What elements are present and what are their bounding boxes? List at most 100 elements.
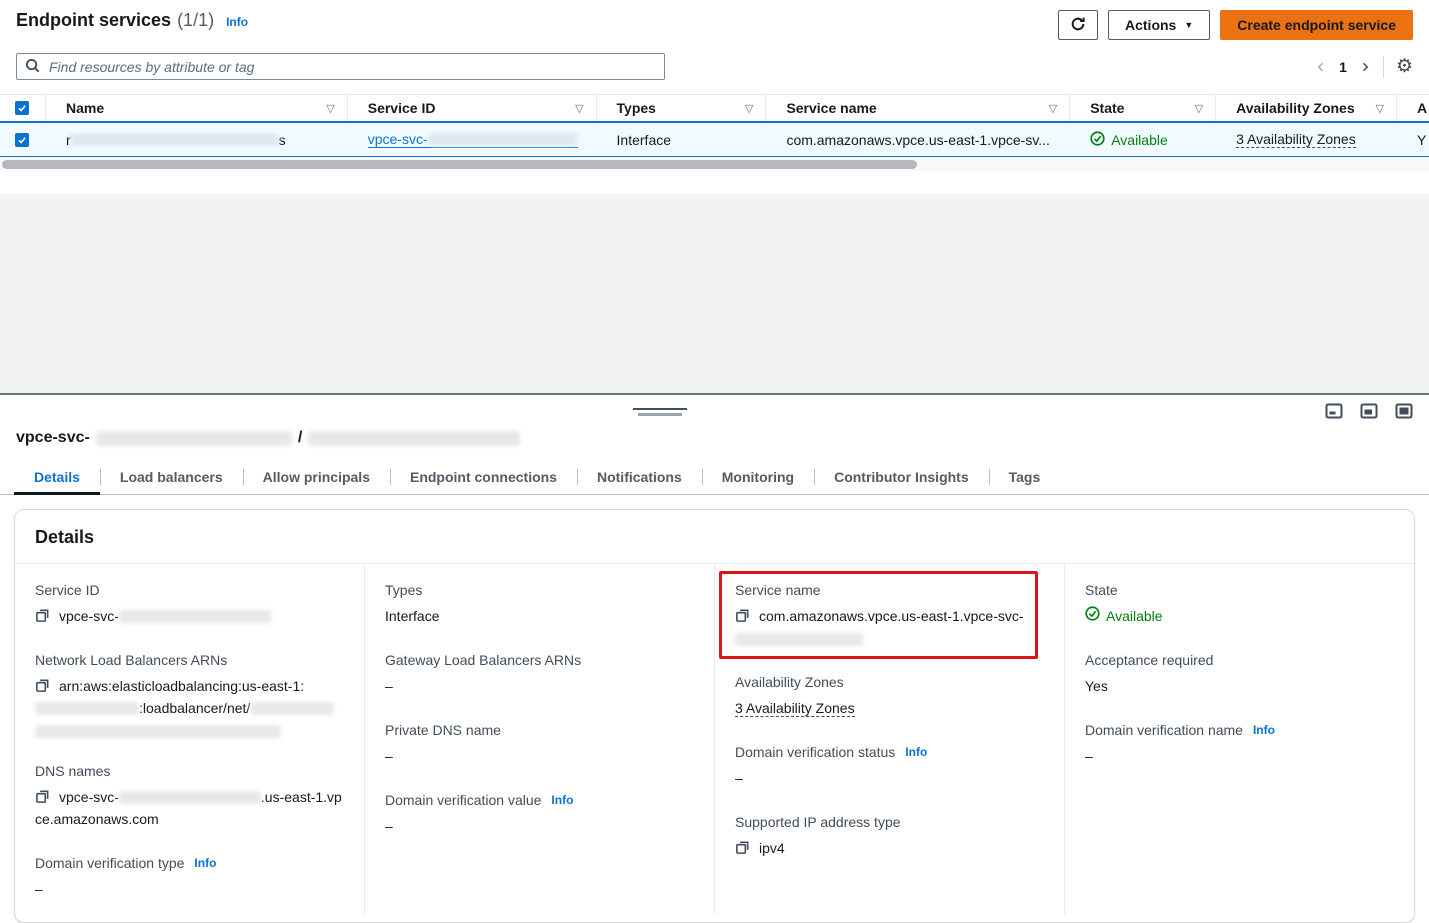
caret-down-icon: ▼ [1184,21,1193,30]
info-link[interactable]: Info [1253,723,1275,737]
panel-size-large-icon[interactable] [1393,401,1415,421]
redacted-text [735,633,863,646]
column-header-availability-zones[interactable]: Availability Zones▽ [1216,95,1397,121]
table-row[interactable]: rs vpce-svc- Interface com.amazonaws.vpc… [0,121,1429,157]
create-endpoint-service-button[interactable]: Create endpoint service [1220,10,1413,40]
toolbar-row: 1 ⚙ [0,40,1429,80]
cell-availability-zones: 3 Availability Zones [1216,131,1397,148]
horizontal-scrollbar[interactable] [0,159,1429,171]
split-panel-drag-handle[interactable] [633,408,687,416]
cell-service-id: vpce-svc- [348,131,597,148]
field-domain-verification-name: Domain verification nameInfo – [1085,722,1394,767]
table-header-row: Name▽ Service ID▽ Types▽ Service name▽ S… [0,94,1429,121]
split-panel-title: vpce-svc- / [0,395,1429,447]
pagination: 1 ⚙ [1315,56,1413,78]
tab-load-balancers[interactable]: Load balancers [100,462,243,494]
column-header-types[interactable]: Types▽ [597,95,767,121]
info-link[interactable]: Info [194,856,216,870]
cell-service-name: com.amazonaws.vpce.us-east-1.vpce-sv... [766,132,1070,148]
redacted-text [308,431,520,446]
sort-icon[interactable]: ▽ [1041,102,1057,115]
sort-icon[interactable]: ▽ [1187,102,1203,115]
field-label: Domain verification type [35,855,184,871]
tab-details[interactable]: Details [14,462,100,494]
panel-size-medium-icon[interactable] [1358,401,1380,421]
details-column-3: Service name com.amazonaws.vpce.us-east-… [714,564,1064,914]
actions-button[interactable]: Actions ▼ [1108,10,1210,40]
field-label: Acceptance required [1085,652,1213,668]
availability-zones-popover-trigger[interactable]: 3 Availability Zones [1236,131,1356,148]
tab-notifications[interactable]: Notifications [577,462,702,494]
details-card: Details Service ID vpce-svc- Network Loa… [14,509,1415,923]
field-availability-zones: Availability Zones 3 Availability Zones [735,674,1044,719]
column-header-service-name[interactable]: Service name▽ [766,95,1070,121]
divider [1383,56,1384,78]
preferences-gear-icon[interactable]: ⚙ [1396,57,1413,76]
sort-icon[interactable]: ▽ [318,102,334,115]
current-page[interactable]: 1 [1339,59,1347,75]
sort-icon[interactable]: ▽ [737,102,753,115]
info-link[interactable]: Info [551,793,573,807]
field-dns-names: DNS names vpce-svc-.us-east-1.vpce.amazo… [35,763,344,830]
info-link[interactable]: Info [226,15,248,29]
row-select-cell [0,133,46,147]
redacted-text [250,702,334,715]
scrollbar-thumb[interactable] [2,160,917,169]
search-input[interactable] [47,58,656,76]
status-badge: Available [1090,131,1168,149]
details-column-2: Types Interface Gateway Load Balancers A… [364,564,714,914]
next-page-button[interactable] [1359,60,1371,74]
details-card-heading: Details [15,510,1414,564]
row-checkbox[interactable] [15,133,29,147]
redacted-text [35,702,139,715]
cell-clipped: Y [1397,132,1429,148]
tab-contributor-insights[interactable]: Contributor Insights [814,462,989,494]
cell-types: Interface [597,132,767,148]
field-types: Types Interface [385,582,694,627]
copy-icon[interactable] [35,608,50,623]
page-title-wrap: Endpoint services (1/1) Info [16,10,248,31]
select-all-cell [0,95,46,121]
copy-icon[interactable] [735,840,750,855]
info-link[interactable]: Info [905,745,927,759]
previous-page-button[interactable] [1315,60,1327,74]
field-label: Gateway Load Balancers ARNs [385,652,581,668]
refresh-icon [1070,16,1086,35]
field-label: Network Load Balancers ARNs [35,652,227,668]
field-label: Domain verification value [385,792,541,808]
field-label: Domain verification name [1085,722,1243,738]
redacted-text [35,725,281,738]
sort-icon[interactable]: ▽ [1368,102,1384,115]
panel-tabs: Details Load balancers Allow principals … [0,462,1429,495]
empty-area [0,194,1429,393]
column-header-name[interactable]: Name▽ [46,95,348,121]
sort-icon[interactable]: ▽ [567,102,583,115]
field-label: Supported IP address type [735,814,901,830]
copy-icon[interactable] [735,608,750,623]
field-domain-verification-type: Domain verification typeInfo – [35,855,344,900]
page-header: Endpoint services (1/1) Info Actions ▼ C… [0,0,1429,40]
service-name-highlight-box: Service name com.amazonaws.vpce.us-east-… [719,571,1038,659]
search-box[interactable] [16,53,665,80]
page-title: Endpoint services [16,10,171,31]
column-header-state[interactable]: State▽ [1070,95,1216,121]
copy-icon[interactable] [35,678,50,693]
column-header-service-id[interactable]: Service ID▽ [348,95,597,121]
tab-allow-principals[interactable]: Allow principals [243,462,390,494]
field-nlb-arns: Network Load Balancers ARNs arn:aws:elas… [35,652,344,738]
header-actions: Actions ▼ Create endpoint service [1058,10,1413,40]
tab-monitoring[interactable]: Monitoring [702,462,814,494]
service-id-link[interactable]: vpce-svc- [368,131,578,148]
tab-tags[interactable]: Tags [989,462,1061,494]
split-panel-size-controls [1323,401,1415,421]
availability-zones-popover-trigger[interactable]: 3 Availability Zones [735,700,855,717]
field-label: Types [385,582,422,598]
refresh-button[interactable] [1058,10,1098,40]
copy-icon[interactable] [35,789,50,804]
select-all-checkbox[interactable] [15,101,29,115]
check-circle-icon [1085,605,1100,627]
tab-endpoint-connections[interactable]: Endpoint connections [390,462,577,494]
panel-size-small-icon[interactable] [1323,401,1345,421]
redacted-text [119,791,261,804]
column-header-clipped[interactable]: A [1397,95,1429,121]
